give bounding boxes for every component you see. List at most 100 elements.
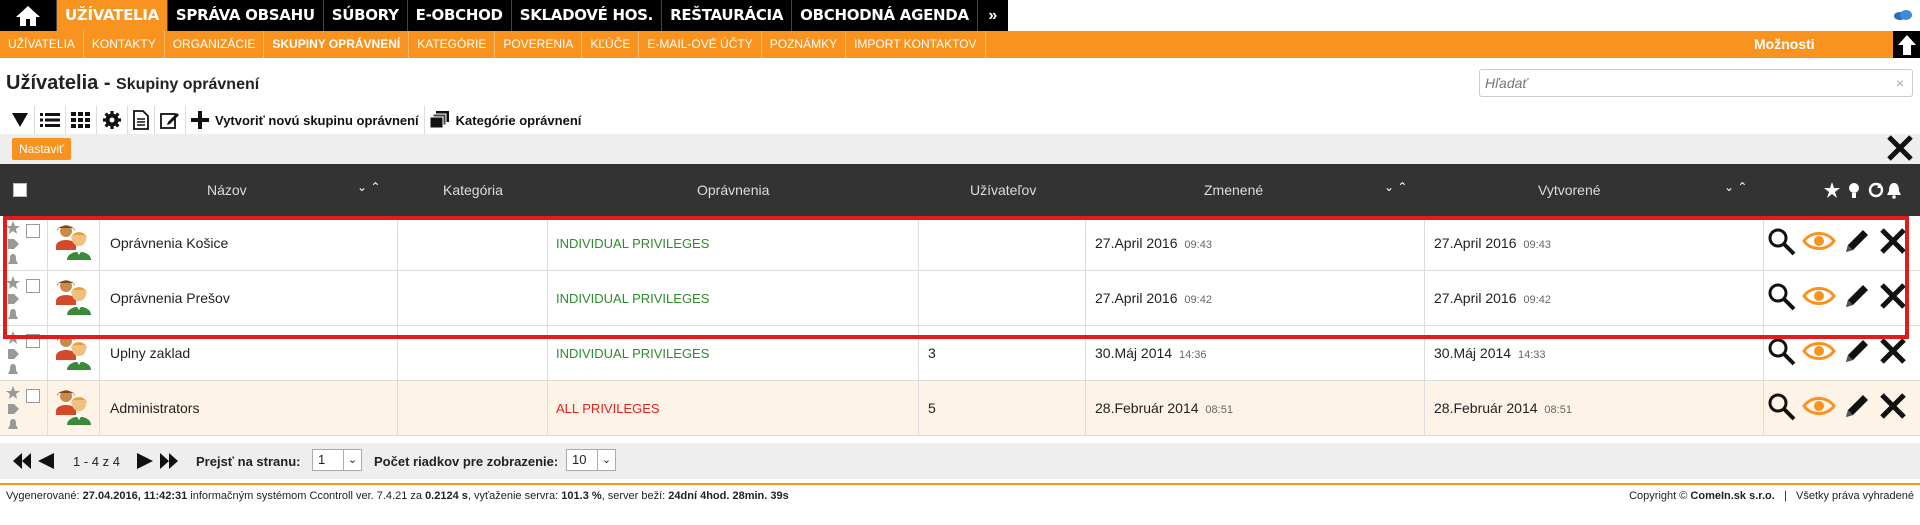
row-created-date: 28.Február 2014 xyxy=(1434,400,1538,416)
rows-per-page-select[interactable]: 10 ⌄ xyxy=(566,449,616,471)
grid-view-button[interactable] xyxy=(66,106,97,134)
header-users[interactable]: Užívateľov xyxy=(970,182,1036,198)
document-icon xyxy=(133,110,149,130)
menu-item-users[interactable]: UŽÍVATELIA xyxy=(57,0,168,31)
search-icon[interactable] xyxy=(1766,391,1796,421)
header-changed[interactable]: Zmenené xyxy=(1204,182,1263,198)
menu-item-restaurant[interactable]: REŠTAURÁCIA xyxy=(662,0,793,31)
menu-item-files[interactable]: SÚBORY xyxy=(324,0,408,31)
table-cell xyxy=(919,381,1086,436)
row-checkbox[interactable] xyxy=(26,389,40,403)
rows-select-value: 10 xyxy=(572,452,587,467)
chevron-down-icon: ⌄ xyxy=(597,450,615,470)
row-changed-date: 30.Máj 2014 xyxy=(1095,345,1173,361)
footer-uptime-label: , server beží: xyxy=(601,490,669,502)
privilege-categories-button[interactable]: Kategórie oprávnení xyxy=(425,106,587,134)
row-users-count: 3 xyxy=(928,345,936,361)
menu-more-button[interactable]: » xyxy=(978,0,1008,31)
group-avatar-icon xyxy=(54,387,92,430)
subnav-email-accounts[interactable]: E-MAIL-OVÉ ÚČTY xyxy=(639,31,762,58)
row-changed-time: 14:36 xyxy=(1178,349,1207,361)
cloud-icon[interactable] xyxy=(1892,8,1914,25)
menu-item-business[interactable]: OBCHODNÁ AGENDA xyxy=(792,0,978,31)
delete-icon[interactable] xyxy=(1878,336,1908,366)
footer-generated-date: 27.04.2016, 11:42:31 xyxy=(82,490,188,502)
row-name[interactable]: Administrators xyxy=(110,400,199,416)
filter-icon xyxy=(12,113,28,127)
footer-separator: | xyxy=(1783,490,1787,502)
row-privileges: INDIVIDUAL PRIVILEGES xyxy=(556,346,710,361)
footer-gen-time: 0.2124 s xyxy=(425,490,468,502)
search-input[interactable] xyxy=(1480,70,1880,96)
menu-item-warehouse[interactable]: SKLADOVÉ HOS. xyxy=(512,0,663,31)
chevron-down-icon: ⌄ xyxy=(343,450,361,470)
subnav-organizations[interactable]: ORGANIZÁCIE xyxy=(165,31,265,58)
eye-icon[interactable] xyxy=(1802,336,1836,366)
pencil-icon[interactable] xyxy=(1842,336,1872,366)
options-menu[interactable]: Možnosti xyxy=(1754,31,1815,58)
home-icon xyxy=(16,5,40,26)
subnav-users[interactable]: UŽÍVATELIA xyxy=(0,31,84,58)
subnav-privilege-groups[interactable]: SKUPINY OPRÁVNENÍ xyxy=(264,31,410,58)
subnav-import-contacts[interactable]: IMPORT KONTAKTOV xyxy=(846,31,986,58)
search-icon[interactable] xyxy=(1766,336,1796,366)
footer-copyright: Copyright © ComeIn.sk s.r.o. | Všetky pr… xyxy=(1629,490,1914,502)
subnav-contacts[interactable]: KONTAKTY xyxy=(84,31,165,58)
header-name[interactable]: Názov xyxy=(207,182,247,198)
arrow-up-icon xyxy=(1897,34,1916,55)
footer-generated-label: Vygenerované: xyxy=(6,490,83,502)
subnav-keys[interactable]: KĽÚČE xyxy=(582,31,640,58)
row-actions xyxy=(1766,391,1908,421)
subnav-categories[interactable]: KATEGÓRIE xyxy=(409,31,496,58)
table-row[interactable]: Administrators ALL PRIVILEGES 5 28.Február … xyxy=(0,381,1920,436)
sort-changed-icons[interactable]: ⌄ ⌃ xyxy=(1384,180,1407,194)
sort-created-icons[interactable]: ⌄ ⌃ xyxy=(1724,180,1747,194)
grid-icon xyxy=(71,112,90,128)
footer-load: 101.3 % xyxy=(561,490,602,502)
subnav-authorizations[interactable]: POVERENIA xyxy=(495,31,583,58)
delete-icon[interactable] xyxy=(1878,391,1908,421)
close-icon xyxy=(1887,135,1913,161)
page-title-main: Užívatelia xyxy=(6,72,99,94)
row-created: 28.Február 2014 08:51 xyxy=(1434,400,1572,416)
list-view-button[interactable] xyxy=(35,106,66,134)
eye-icon[interactable] xyxy=(1802,391,1836,421)
document-button[interactable] xyxy=(128,106,155,134)
sort-name-icons[interactable]: ⌄ ⌃ xyxy=(357,180,380,194)
company-link[interactable]: ComeIn.sk s.r.o. xyxy=(1690,490,1774,502)
first-prev-page-icons[interactable] xyxy=(12,452,56,470)
rights-text: Všetky práva vyhradené xyxy=(1795,490,1914,502)
row-created-time: 14:33 xyxy=(1517,349,1546,361)
page-range: 1 - 4 z 4 xyxy=(73,454,120,469)
close-panel-button[interactable] xyxy=(1886,134,1914,165)
next-last-page-icons[interactable] xyxy=(136,452,180,470)
page-title: Užívatelia - Skupiny oprávnení xyxy=(6,72,259,95)
settings-button[interactable] xyxy=(97,106,128,134)
footer-system-text: informačným systémom Ccontroll ver. 7.4.… xyxy=(187,490,426,502)
sub-navigation: UŽÍVATELIA KONTAKTY ORGANIZÁCIE SKUPINY … xyxy=(0,31,1920,58)
home-button[interactable] xyxy=(0,0,57,31)
footer-stats: Vygenerované: 27.04.2016, 11:42:31 infor… xyxy=(6,490,789,502)
row-name[interactable]: Uplny zaklad xyxy=(110,345,190,361)
header-category[interactable]: Kategória xyxy=(443,182,503,198)
scroll-top-button[interactable] xyxy=(1893,31,1920,58)
table-cell xyxy=(398,381,548,436)
row-created: 30.Máj 2014 14:33 xyxy=(1434,345,1545,361)
edit-button[interactable] xyxy=(155,106,186,134)
row-changed: 30.Máj 2014 14:36 xyxy=(1095,345,1206,361)
create-group-button[interactable]: Vytvoriť novú skupinu oprávnení xyxy=(186,106,425,134)
row-created-date: 30.Máj 2014 xyxy=(1434,345,1512,361)
subnav-notes[interactable]: POZNÁMKY xyxy=(762,31,847,58)
menu-item-eshop[interactable]: E-OBCHOD xyxy=(408,0,512,31)
search-clear-icon[interactable]: × xyxy=(1896,75,1904,91)
create-group-label: Vytvoriť novú skupinu oprávnení xyxy=(215,112,419,128)
gear-icon xyxy=(103,111,121,129)
filter-button[interactable] xyxy=(6,106,35,134)
menu-item-content[interactable]: SPRÁVA OBSAHU xyxy=(168,0,324,31)
set-button[interactable]: Nastaviť xyxy=(12,138,71,160)
header-privileges[interactable]: Oprávnenia xyxy=(697,182,769,198)
select-all-checkbox[interactable] xyxy=(13,183,27,197)
pencil-icon[interactable] xyxy=(1842,391,1872,421)
header-created[interactable]: Vytvorené xyxy=(1538,182,1601,198)
page-select[interactable]: 1 ⌄ xyxy=(312,449,362,471)
